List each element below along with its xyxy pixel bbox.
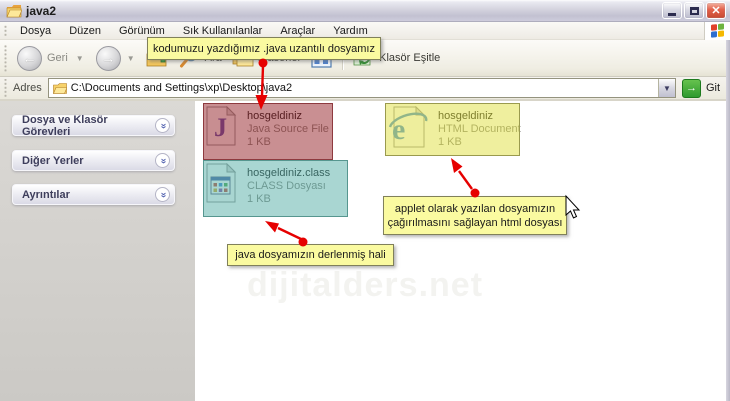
maximize-icon [689,6,699,15]
chevron-down-icon[interactable]: » [155,187,170,202]
forward-dropdown-icon[interactable]: ▼ [127,54,135,63]
task-sidebar: Dosya ve Klasör Görevleri » Diğer Yerler… [0,101,195,401]
annotation-text-line2: çağırılmasını sağlayan html dosyası [387,216,563,229]
back-dropdown-icon[interactable]: ▼ [76,54,84,63]
address-combobox[interactable]: ▼ [47,78,676,98]
annotation-class-note: java dosyamızın derlenmiş hali [227,244,394,266]
window-right-border [726,40,730,401]
title-bar: java2 ✕ [0,0,730,22]
sidebar-panel-details[interactable]: Ayrıntılar » [12,184,175,205]
minimize-button[interactable] [662,2,682,19]
forward-button[interactable]: → [95,45,121,71]
address-folder-icon [52,82,67,94]
explorer-window: java2 ✕ Dosya Düzen Görünüm Sık Kullanıl… [0,0,730,401]
menu-grip [3,23,8,38]
address-input[interactable] [70,82,658,94]
watermark-text: dijitalders.net [246,266,484,304]
folder-icon [6,4,22,17]
file-item-html[interactable]: e hosgeldiniz HTML Document 1 KB [388,106,521,149]
annotation-text: java dosyamızın derlenmiş hali [235,249,386,261]
panel-label: Ayrıntılar [22,188,70,201]
panel-label: Diğer Yerler [22,154,84,167]
go-arrow-icon: → [681,78,701,98]
toolbar-grip [3,43,8,73]
file-name: hosgeldiniz [438,110,494,122]
class-file-icon [206,163,237,203]
address-dropdown-icon[interactable]: ▼ [657,79,675,97]
file-item-java-source[interactable]: J hosgeldiniz Java Source File 1 KB [205,106,329,149]
file-size: 1 KB [247,136,271,148]
window-title: java2 [26,3,57,18]
file-type: CLASS Dosyası [247,180,326,192]
sidebar-panel-other-places[interactable]: Diğer Yerler » [12,150,175,171]
minimize-icon [668,13,676,16]
address-label: Adres [13,82,42,94]
windows-logo-box [704,21,730,40]
java-source-icon: J [206,106,237,146]
back-button[interactable]: ← [17,45,42,71]
file-item-class[interactable]: hosgeldiniz.class CLASS Dosyası 1 KB [205,163,330,206]
menu-duzen[interactable]: Düzen [60,23,110,39]
file-size: 1 KB [247,193,271,205]
annotation-java-note: kodumuzu yazdığımız .java uzantılı dosya… [147,37,381,60]
go-button[interactable]: → Git [681,78,720,98]
maximize-button[interactable] [684,2,704,19]
file-name: hosgeldiniz [247,110,303,122]
chevron-down-icon[interactable]: » [155,153,170,168]
close-button[interactable]: ✕ [706,2,726,19]
go-label: Git [705,82,720,94]
file-size: 1 KB [438,136,462,148]
chevron-down-icon[interactable]: » [155,118,170,133]
sidebar-panel-file-tasks[interactable]: Dosya ve Klasör Görevleri » [12,113,175,138]
file-type: HTML Document [438,123,521,135]
svg-text:J: J [214,113,227,142]
panel-label: Dosya ve Klasör Görevleri [22,113,108,138]
html-ie-icon: e [388,106,428,148]
address-grip [3,79,8,97]
annotation-text: kodumuzu yazdığımız .java uzantılı dosya… [153,42,375,55]
menu-dosya[interactable]: Dosya [11,23,60,39]
folder-sync-label: Klasör Eşitle [379,52,441,64]
back-label: Geri [47,52,68,64]
file-name: hosgeldiniz.class [247,167,331,179]
annotation-html-note: applet olarak yazılan dosyamızın çağırıl… [383,196,567,235]
windows-logo-icon [710,22,725,38]
annotation-text-line1: applet olarak yazılan dosyamızın [394,202,556,215]
address-bar: Adres ▼ → Git [0,77,730,101]
file-type: Java Source File [247,123,329,135]
